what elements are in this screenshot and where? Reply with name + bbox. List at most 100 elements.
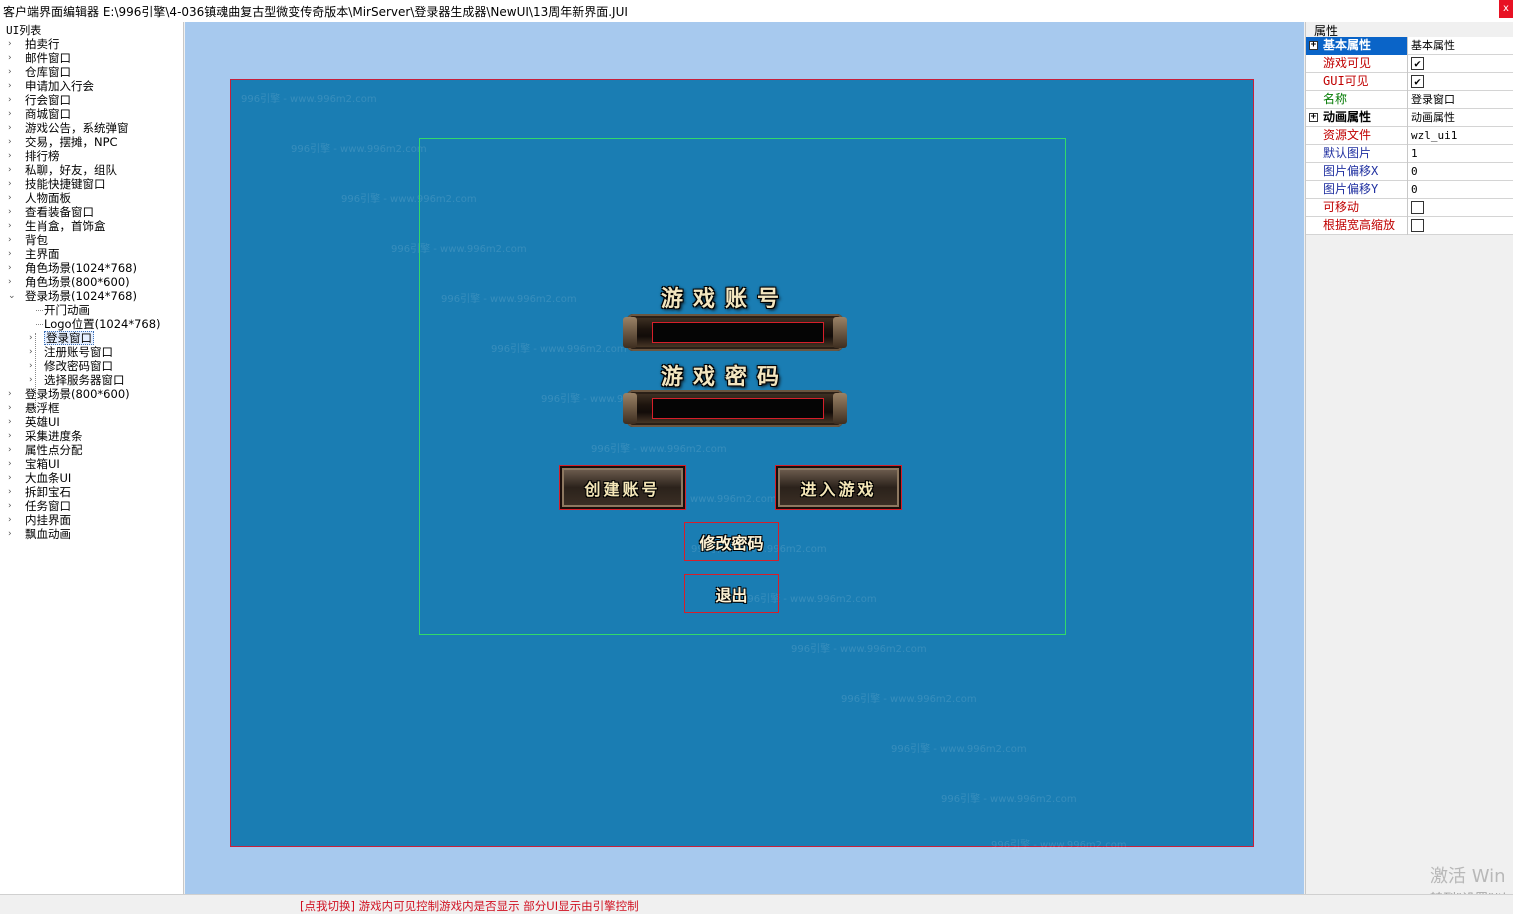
tree-item-bag[interactable]: › 背包: [0, 233, 184, 247]
scene-canvas[interactable]: 996引擎 - www.996m2.com 996引擎 - www.996m2.…: [230, 79, 1254, 851]
prop-row-offset-x[interactable]: 图片偏移X 0: [1306, 163, 1513, 181]
tree-item-treasure-ui[interactable]: › 宝箱UI: [0, 457, 184, 471]
prop-row-game-visible[interactable]: 游戏可见 ✔: [1306, 55, 1513, 73]
tree-item-door-animation[interactable]: 开门动画: [0, 303, 184, 317]
chevron-right-icon[interactable]: ›: [8, 37, 12, 51]
resource-file-field[interactable]: wzl_ui1: [1409, 127, 1513, 145]
prop-row-basic[interactable]: + 基本属性 基本属性: [1306, 37, 1513, 55]
tree-item-zodiac-box[interactable]: › 生肖盒，首饰盒: [0, 219, 184, 233]
chevron-right-icon[interactable]: ›: [8, 401, 12, 415]
tree-item-damage-animation[interactable]: › 飘血动画: [0, 527, 184, 541]
tree-item-guild[interactable]: › 行会窗口: [0, 93, 184, 107]
chevron-right-icon[interactable]: ›: [8, 429, 12, 443]
tree-item-character[interactable]: › 人物面板: [0, 191, 184, 205]
prop-row-gui-visible[interactable]: GUI可见 ✔: [1306, 73, 1513, 91]
tree-item-role-scene-800[interactable]: › 角色场景(800*600): [0, 275, 184, 289]
tree-item-big-hp-bar[interactable]: › 大血条UI: [0, 471, 184, 485]
tree-item-guild-apply[interactable]: › 申请加入行会: [0, 79, 184, 93]
tree-item-change-password-window[interactable]: › 修改密码窗口: [0, 359, 184, 373]
chevron-right-icon[interactable]: ›: [29, 345, 33, 359]
tree-item-shop[interactable]: › 商城窗口: [0, 107, 184, 121]
chevron-right-icon[interactable]: ›: [8, 527, 12, 541]
chevron-right-icon[interactable]: ›: [8, 149, 12, 163]
scale-checkbox[interactable]: [1411, 219, 1424, 232]
chevron-right-icon[interactable]: ›: [8, 121, 12, 135]
tree-item-float-box[interactable]: › 悬浮框: [0, 401, 184, 415]
create-account-button[interactable]: 创建账号: [559, 465, 686, 510]
chevron-right-icon[interactable]: ›: [29, 331, 33, 345]
prop-row-offset-y[interactable]: 图片偏移Y 0: [1306, 181, 1513, 199]
tree-item-register-window[interactable]: › 注册账号窗口: [0, 345, 184, 359]
chevron-right-icon[interactable]: ›: [8, 219, 12, 233]
tree-item-server-select-window[interactable]: › 选择服务器窗口: [0, 373, 184, 387]
chevron-right-icon[interactable]: ›: [8, 233, 12, 247]
chevron-right-icon[interactable]: ›: [8, 485, 12, 499]
movable-checkbox[interactable]: [1411, 201, 1424, 214]
chevron-right-icon[interactable]: ›: [8, 51, 12, 65]
chevron-right-icon[interactable]: ›: [8, 415, 12, 429]
tree-item-view-equip[interactable]: › 查看装备窗口: [0, 205, 184, 219]
login-window-preview[interactable]: 游戏账号 游戏密码 创建账号 进入游戏 修改密码 退出: [419, 138, 1066, 635]
tree-item-login-scene-800[interactable]: › 登录场景(800*600): [0, 387, 184, 401]
prop-row-resource-file[interactable]: 资源文件 wzl_ui1: [1306, 127, 1513, 145]
chevron-right-icon[interactable]: ›: [8, 79, 12, 93]
prop-row-default-image[interactable]: 默认图片 1: [1306, 145, 1513, 163]
gui-visible-checkbox[interactable]: ✔: [1411, 75, 1424, 88]
name-value-field[interactable]: 登录窗口: [1409, 91, 1513, 109]
tree-item-logo-position[interactable]: Logo位置(1024*768): [0, 317, 184, 331]
chevron-right-icon[interactable]: ›: [8, 205, 12, 219]
expand-icon[interactable]: +: [1309, 41, 1318, 50]
chevron-right-icon[interactable]: ›: [8, 457, 12, 471]
chevron-right-icon[interactable]: ›: [8, 443, 12, 457]
chevron-down-icon[interactable]: ⌄: [8, 289, 16, 303]
tree-item-trade[interactable]: › 交易，摆摊，NPC: [0, 135, 184, 149]
status-message[interactable]: [点我切换] 游戏内可见控制游戏内是否显示 部分UI显示由引擎控制: [300, 898, 639, 914]
tree-item-attribute-points[interactable]: › 属性点分配: [0, 443, 184, 457]
chevron-right-icon[interactable]: ›: [8, 247, 12, 261]
tree-item-warehouse[interactable]: › 仓库窗口: [0, 65, 184, 79]
prop-row-movable[interactable]: 可移动: [1306, 199, 1513, 217]
chevron-right-icon[interactable]: ›: [8, 135, 12, 149]
close-button[interactable]: x: [1499, 0, 1513, 18]
ui-tree[interactable]: › 拍卖行 › 邮件窗口 › 仓库窗口 › 申请加入行会 › 行会窗口 › 商城窗口 › 游戏…: [0, 37, 184, 541]
tree-item-gather-progress[interactable]: › 采集进度条: [0, 429, 184, 443]
chevron-right-icon[interactable]: ›: [29, 359, 33, 373]
game-visible-checkbox[interactable]: ✔: [1411, 57, 1424, 70]
chevron-right-icon[interactable]: ›: [8, 275, 12, 289]
chevron-right-icon[interactable]: ›: [8, 471, 12, 485]
prop-row-scale-by-size[interactable]: 根据宽高缩放: [1306, 217, 1513, 235]
chevron-right-icon[interactable]: ›: [8, 513, 12, 527]
exit-button[interactable]: 退出: [684, 574, 779, 613]
chevron-right-icon[interactable]: ›: [8, 177, 12, 191]
enter-game-button[interactable]: 进入游戏: [775, 465, 902, 510]
chevron-right-icon[interactable]: ›: [8, 191, 12, 205]
account-input[interactable]: [652, 322, 824, 343]
tree-item-login-scene-1024[interactable]: ⌄ 登录场景(1024*768): [0, 289, 184, 303]
tree-item-quest[interactable]: › 任务窗口: [0, 499, 184, 513]
change-password-button[interactable]: 修改密码: [684, 522, 779, 561]
prop-row-name[interactable]: 名称 登录窗口: [1306, 91, 1513, 109]
chevron-right-icon[interactable]: ›: [8, 163, 12, 177]
chevron-right-icon[interactable]: ›: [8, 387, 12, 401]
tree-item-role-scene-1024[interactable]: › 角色场景(1024*768): [0, 261, 184, 275]
prop-row-animation[interactable]: + 动画属性 动画属性: [1306, 109, 1513, 127]
tree-item-remove-gem[interactable]: › 拆卸宝石: [0, 485, 184, 499]
password-input[interactable]: [652, 398, 824, 419]
tree-item-auction[interactable]: › 拍卖行: [0, 37, 184, 51]
tree-item-login-window[interactable]: › 登录窗口: [0, 331, 184, 345]
default-image-field[interactable]: 1: [1409, 145, 1513, 163]
expand-icon[interactable]: +: [1309, 113, 1318, 122]
chevron-right-icon[interactable]: ›: [8, 261, 12, 275]
chevron-right-icon[interactable]: ›: [8, 107, 12, 121]
chevron-right-icon[interactable]: ›: [29, 373, 33, 387]
tree-item-skill-hotkey[interactable]: › 技能快捷键窗口: [0, 177, 184, 191]
offset-x-field[interactable]: 0: [1409, 163, 1513, 181]
tree-item-ranking[interactable]: › 排行榜: [0, 149, 184, 163]
chevron-right-icon[interactable]: ›: [8, 65, 12, 79]
chevron-right-icon[interactable]: ›: [8, 93, 12, 107]
chevron-right-icon[interactable]: ›: [8, 499, 12, 513]
tree-item-auto-play[interactable]: › 内挂界面: [0, 513, 184, 527]
tree-item-main-ui[interactable]: › 主界面: [0, 247, 184, 261]
design-work-area[interactable]: 996引擎 - www.996m2.com 996引擎 - www.996m2.…: [185, 22, 1304, 894]
tree-item-notice[interactable]: › 游戏公告，系统弹窗: [0, 121, 184, 135]
